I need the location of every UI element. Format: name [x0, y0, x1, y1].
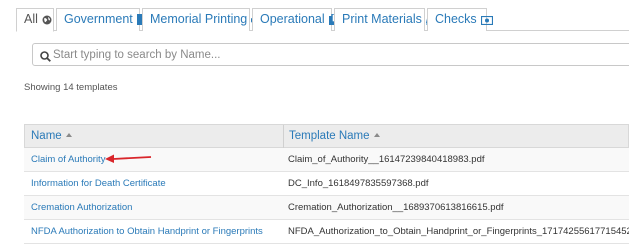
search-icon — [40, 49, 51, 67]
tab-government-label: Government — [64, 12, 133, 26]
money-icon — [480, 11, 493, 32]
tab-print-materials-label: Print Materials — [342, 12, 422, 26]
template-name-link[interactable]: NFDA Authorization to Obtain Handprint o… — [31, 220, 263, 244]
tab-memorial-printing[interactable]: Memorial Printing — [142, 8, 263, 31]
template-category-tabs: All Government Memorial Printing Operati… — [16, 8, 629, 32]
column-header-name-label: Name — [31, 130, 62, 142]
column-header-template-name[interactable]: Template Name — [289, 125, 380, 148]
template-file-name: DC_Info_1618497835597368.pdf — [288, 178, 429, 189]
globe-icon — [42, 11, 52, 32]
tab-checks-label: Checks — [435, 12, 477, 26]
table-row: NFDA Authorization to Obtain Handprint o… — [24, 220, 629, 244]
tab-government[interactable]: Government — [56, 8, 146, 31]
tab-operational[interactable]: Operational — [252, 8, 340, 31]
column-header-name[interactable]: Name — [31, 125, 72, 148]
template-file-name: Cremation_Authorization__168937061381661… — [288, 202, 504, 213]
template-search-box — [32, 43, 629, 66]
template-name-link[interactable]: Information for Death Certificate — [31, 172, 166, 196]
tab-print-materials[interactable]: Print Materials — [334, 8, 436, 31]
column-divider — [283, 125, 284, 148]
search-input[interactable] — [53, 47, 553, 63]
results-count: Showing 14 templates — [24, 82, 118, 93]
template-file-name: Claim_of_Authority__16147239840418983.pd… — [288, 154, 485, 165]
table-row: Cremation Authorization Cremation_Author… — [24, 196, 629, 220]
tab-all[interactable]: All — [16, 8, 54, 32]
templates-table: Name Template Name Claim of Authority Cl… — [24, 124, 629, 244]
template-file-name: NFDA_Authorization_to_Obtain_Handprint_o… — [288, 226, 629, 237]
tab-memorial-printing-label: Memorial Printing — [150, 12, 248, 26]
table-header: Name Template Name — [24, 124, 629, 148]
tab-operational-label: Operational — [260, 12, 325, 26]
template-name-link[interactable]: Cremation Authorization — [31, 196, 132, 220]
tab-checks[interactable]: Checks — [427, 8, 493, 31]
tab-all-label: All — [24, 12, 38, 26]
column-header-template-name-label: Template Name — [289, 130, 370, 142]
annotation-arrow-icon — [105, 154, 152, 163]
sort-asc-icon — [65, 133, 72, 137]
table-row: Information for Death Certificate DC_Inf… — [24, 172, 629, 196]
sort-asc-icon — [373, 133, 380, 137]
template-name-link[interactable]: Claim of Authority — [31, 148, 105, 172]
